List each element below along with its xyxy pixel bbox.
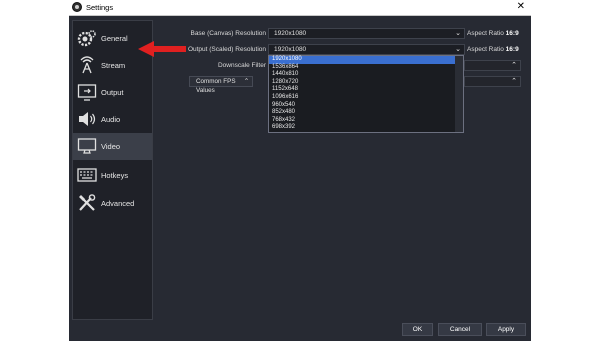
- dropdown-option[interactable]: 1152x648: [269, 86, 463, 94]
- dropdown-option[interactable]: 1920x1080: [269, 56, 463, 64]
- sidebar-item-advanced[interactable]: Advanced: [73, 190, 152, 217]
- chevron-updown-icon: ⌃: [243, 78, 249, 85]
- output-aspect-ratio: Aspect Ratio 16:9: [467, 46, 519, 53]
- speaker-icon: [79, 112, 96, 126]
- sidebar-item-label: Hotkeys: [101, 171, 129, 180]
- dropdown-option[interactable]: 698x392: [269, 124, 463, 132]
- close-icon[interactable]: ✕: [517, 1, 525, 12]
- fps-mode-value: Common FPS Values: [196, 78, 236, 94]
- base-resolution-value: 1920x1080: [274, 30, 307, 37]
- obs-logo-icon: [72, 2, 82, 12]
- sidebar-item-label: Advanced: [101, 199, 135, 208]
- base-resolution-label: Base (Canvas) Resolution: [190, 30, 266, 37]
- base-resolution-select[interactable]: 1920x1080 ⌄: [268, 28, 465, 39]
- gear-icon: [77, 30, 96, 47]
- base-aspect-prefix: Aspect Ratio: [467, 30, 504, 37]
- chevron-updown-icon: ⌃: [511, 62, 517, 69]
- sidebar-item-label: Video: [101, 142, 121, 151]
- keyboard-icon: [77, 168, 97, 182]
- dropdown-scrollbar[interactable]: [455, 56, 463, 132]
- sidebar-item-output[interactable]: Output: [73, 79, 152, 106]
- chevron-down-icon: ⌄: [455, 30, 461, 37]
- output-resolution-value: 1920x1080: [274, 46, 307, 53]
- output-resolution-dropdown: 1920x1080 1536x864 1440x810 1280x720 115…: [268, 55, 464, 133]
- output-aspect-value: 16:9: [505, 46, 519, 53]
- monitor-icon: [77, 138, 97, 154]
- output-resolution-select[interactable]: 1920x1080 ⌄: [268, 44, 465, 55]
- apply-button[interactable]: Apply: [486, 323, 526, 336]
- dropdown-option[interactable]: 852x480: [269, 109, 463, 117]
- dropdown-option[interactable]: 1280x720: [269, 79, 463, 87]
- dropdown-option[interactable]: 768x432: [269, 117, 463, 125]
- ok-button[interactable]: OK: [402, 323, 433, 336]
- sidebar-item-hotkeys[interactable]: Hotkeys: [73, 162, 152, 189]
- output-icon: [77, 84, 97, 101]
- red-arrow-annotation: [138, 41, 186, 57]
- sidebar-item-audio[interactable]: Audio: [73, 106, 152, 133]
- sidebar-item-label: Audio: [101, 115, 121, 124]
- downscale-filter-label: Downscale Filter: [217, 62, 266, 69]
- chevron-updown-icon: ⌃: [511, 78, 517, 85]
- dropdown-option[interactable]: 1440x810: [269, 71, 463, 79]
- sidebar-item-label: Stream: [101, 61, 126, 70]
- output-aspect-prefix: Aspect Ratio: [467, 46, 504, 53]
- antenna-icon: [80, 56, 94, 74]
- output-resolution-label: Output (Scaled) Resolution: [187, 46, 266, 53]
- base-aspect-ratio: Aspect Ratio 16:9: [467, 30, 519, 37]
- sidebar-item-label: General: [101, 34, 128, 43]
- cancel-button[interactable]: Cancel: [438, 323, 482, 336]
- chevron-down-icon: ⌄: [455, 46, 461, 53]
- fps-value-select[interactable]: ⌃: [464, 76, 521, 87]
- sidebar-item-label: Output: [101, 88, 124, 97]
- dropdown-option[interactable]: 1536x864: [269, 64, 463, 72]
- downscale-filter-select[interactable]: ⌃: [464, 60, 521, 71]
- sidebar-item-video[interactable]: Video: [73, 133, 152, 160]
- tools-icon: [79, 194, 96, 211]
- fps-mode-select[interactable]: Common FPS Values ⌃: [189, 76, 253, 94]
- window-title: Settings: [86, 3, 114, 12]
- settings-sidebar: General Stream Output Audio Video Hotkey…: [72, 20, 153, 320]
- title-bar: Settings ✕: [69, 0, 531, 16]
- dropdown-option[interactable]: 960x540: [269, 102, 463, 110]
- dropdown-option[interactable]: 1096x616: [269, 94, 463, 102]
- base-aspect-value: 16:9: [505, 30, 519, 37]
